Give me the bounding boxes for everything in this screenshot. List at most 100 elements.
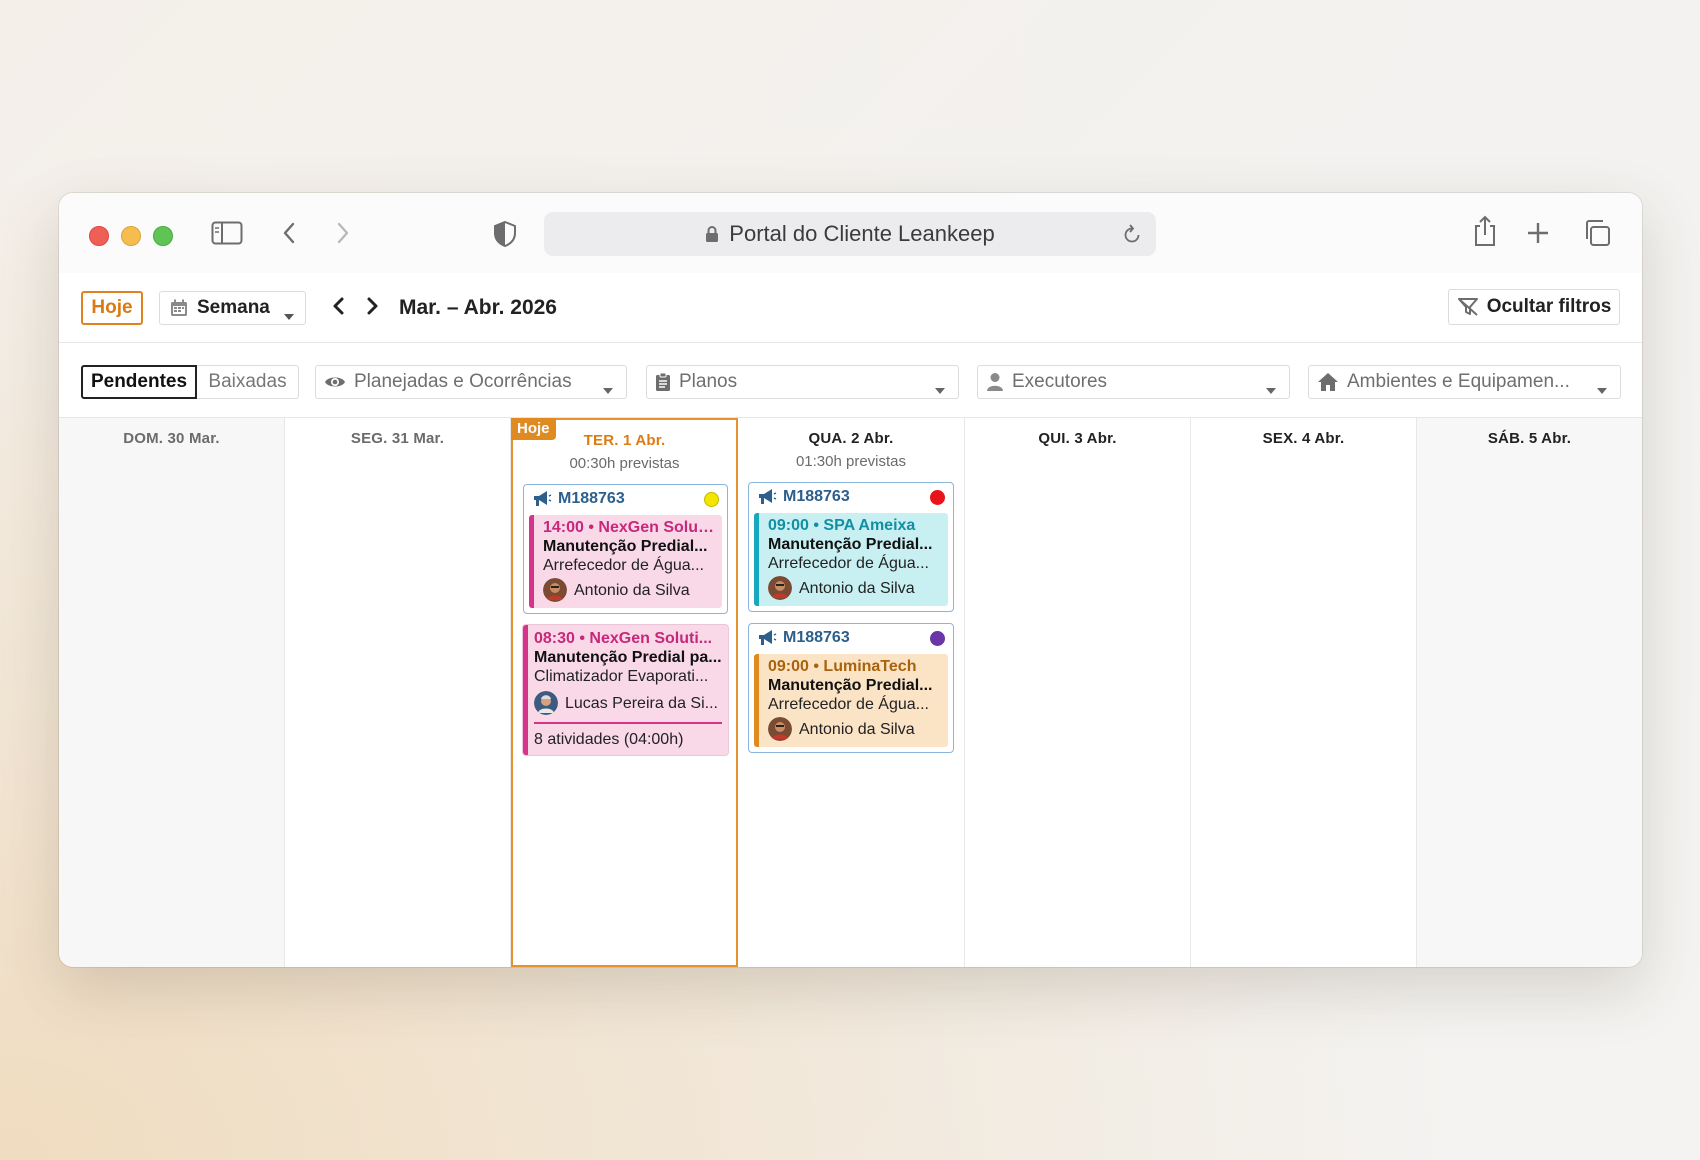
today-button[interactable]: Hoje	[81, 291, 143, 325]
day-column-tue-today[interactable]: Hoje TER. 1 Abr. 00:30h previstas M18876…	[511, 418, 738, 967]
planned-filter-dropdown[interactable]: Planejadas e Ocorrências	[315, 365, 627, 399]
activity-item[interactable]: 09:00 • SPA Ameixa Manutenção Predial...…	[754, 513, 948, 606]
activity-asset: Arrefecedor de Água...	[543, 557, 704, 574]
avatar	[534, 691, 558, 715]
clipboard-icon	[655, 372, 671, 392]
activity-asset: Climatizador Evaporati...	[534, 668, 709, 685]
environments-filter-value: Ambientes e Equipamen...	[1347, 371, 1570, 392]
work-order-card[interactable]: M188763 09:00 • SPA Ameixa Manutenção Pr…	[748, 482, 954, 612]
day-header: QUI. 3 Abr.	[1038, 430, 1117, 447]
share-icon[interactable]	[1472, 215, 1498, 247]
activity-executor: Antonio da Silva	[543, 578, 716, 602]
browser-titlebar: Portal do Cliente Leankeep	[59, 193, 1642, 273]
day-column-fri[interactable]: SEX. 4 Abr.	[1191, 418, 1417, 967]
shield-icon[interactable]	[493, 220, 517, 248]
work-order-header: M188763	[524, 485, 727, 513]
address-bar[interactable]: Portal do Cliente Leankeep	[544, 212, 1156, 256]
lock-icon	[705, 225, 719, 243]
sidebar-icon[interactable]	[211, 221, 243, 245]
day-column-mon[interactable]: SEG. 31 Mar.	[285, 418, 511, 967]
plans-filter-dropdown[interactable]: Planos	[646, 365, 959, 399]
tab-baixadas[interactable]: Baixadas	[197, 365, 299, 399]
activity-time-client: 09:00 • LuminaTech	[768, 658, 917, 675]
tab-pendentes[interactable]: Pendentes	[81, 365, 197, 399]
work-order-card[interactable]: M188763 09:00 • LuminaTech Manutenção Pr…	[748, 623, 954, 753]
activities-summary[interactable]: 8 atividades (04:00h)	[534, 730, 722, 749]
executors-filter-value: Executores	[1012, 371, 1108, 392]
activity-title: Manutenção Predial...	[768, 536, 933, 553]
day-header: SÁB. 5 Abr.	[1487, 430, 1572, 447]
executor-name: Lucas Pereira da Si...	[565, 694, 718, 712]
hide-filters-label: Ocultar filtros	[1486, 296, 1612, 317]
environments-filter-dropdown[interactable]: Ambientes e Equipamen...	[1308, 365, 1621, 399]
activity-time-client: 09:00 • SPA Ameixa	[768, 517, 916, 534]
user-icon	[986, 372, 1004, 392]
caret-down-icon	[1596, 379, 1608, 401]
day-column-sun[interactable]: DOM. 30 Mar.	[59, 418, 285, 967]
work-order-card[interactable]: M188763 14:00 • NexGen Solut... Manutenç…	[523, 484, 728, 614]
zoom-window-button[interactable]	[153, 226, 173, 246]
planned-filter-value: Planejadas e Ocorrências	[354, 371, 572, 392]
executor-name: Antonio da Silva	[574, 581, 690, 599]
browser-window: Portal do Cliente Leankeep Hoje Semana M…	[59, 193, 1642, 967]
activity-time-client: 14:00 • NexGen Solut...	[543, 519, 716, 536]
work-order-code: M188763	[783, 488, 850, 505]
home-icon	[1317, 372, 1339, 392]
activity-executor: Antonio da Silva	[768, 576, 942, 600]
caret-down-icon	[934, 379, 946, 401]
day-column-sat[interactable]: SÁB. 5 Abr.	[1417, 418, 1642, 967]
executor-name: Antonio da Silva	[799, 720, 915, 738]
work-order-code: M188763	[558, 490, 625, 507]
activity-executor: Antonio da Silva	[768, 717, 942, 741]
activity-group-card[interactable]: 08:30 • NexGen Soluti... Manutenção Pred…	[523, 625, 728, 755]
activity-item[interactable]: 09:00 • LuminaTech Manutenção Predial...…	[754, 654, 948, 747]
today-tag: Hoje	[511, 418, 556, 440]
chevron-left-icon[interactable]	[332, 295, 346, 317]
caret-down-icon	[602, 379, 614, 401]
eye-icon	[324, 374, 346, 390]
new-tab-icon[interactable]	[1526, 221, 1550, 245]
day-column-thu[interactable]: QUI. 3 Abr.	[965, 418, 1191, 967]
minimize-window-button[interactable]	[121, 226, 141, 246]
activity-asset: Arrefecedor de Água...	[768, 555, 929, 572]
avatar	[768, 576, 792, 600]
status-toggle: Pendentes Baixadas	[81, 365, 299, 399]
tabs-icon[interactable]	[1583, 219, 1611, 247]
executors-filter-dropdown[interactable]: Executores	[977, 365, 1290, 399]
megaphone-icon	[757, 629, 777, 647]
back-icon[interactable]	[281, 221, 297, 245]
caret-down-icon	[1265, 379, 1277, 401]
calendar-toolbar: Hoje Semana Mar. – Abr. 2026 Ocultar fil…	[59, 273, 1642, 343]
close-window-button[interactable]	[89, 226, 109, 246]
plans-filter-value: Planos	[679, 371, 738, 392]
view-select-value: Semana	[197, 297, 270, 318]
activity-title: Manutenção Predial...	[768, 677, 933, 694]
day-column-wed[interactable]: QUA. 2 Abr. 01:30h previstas M188763 09:…	[738, 418, 965, 967]
divider	[534, 722, 722, 724]
activity-time-client: 08:30 • NexGen Soluti...	[534, 630, 713, 647]
hide-filters-button[interactable]: Ocultar filtros	[1448, 289, 1620, 325]
executor-name: Antonio da Silva	[799, 579, 915, 597]
forward-icon[interactable]	[335, 221, 351, 245]
caret-down-icon	[283, 305, 295, 327]
day-header: DOM. 30 Mar.	[123, 430, 220, 447]
status-dot	[930, 490, 945, 505]
activity-executor: Lucas Pereira da Si...	[534, 691, 722, 715]
work-order-header: M188763	[749, 624, 953, 652]
page-title: Portal do Cliente Leankeep	[729, 221, 995, 246]
work-order-header: M188763	[749, 483, 953, 511]
status-dot	[704, 492, 719, 507]
day-header: SEX. 4 Abr.	[1262, 430, 1345, 447]
filters-row: Pendentes Baixadas Planejadas e Ocorrênc…	[59, 343, 1642, 418]
reload-icon[interactable]	[1122, 223, 1142, 245]
work-order-code: M188763	[783, 629, 850, 646]
chevron-right-icon[interactable]	[365, 295, 379, 317]
week-calendar: DOM. 30 Mar. SEG. 31 Mar. Hoje TER. 1 Ab…	[59, 418, 1642, 967]
activity-item[interactable]: 14:00 • NexGen Solut... Manutenção Predi…	[529, 515, 722, 608]
megaphone-icon	[757, 488, 777, 506]
view-select[interactable]: Semana	[159, 291, 306, 325]
day-header: SEG. 31 Mar.	[350, 430, 445, 447]
status-dot	[930, 631, 945, 646]
avatar	[543, 578, 567, 602]
date-range-title: Mar. – Abr. 2026	[399, 296, 557, 319]
